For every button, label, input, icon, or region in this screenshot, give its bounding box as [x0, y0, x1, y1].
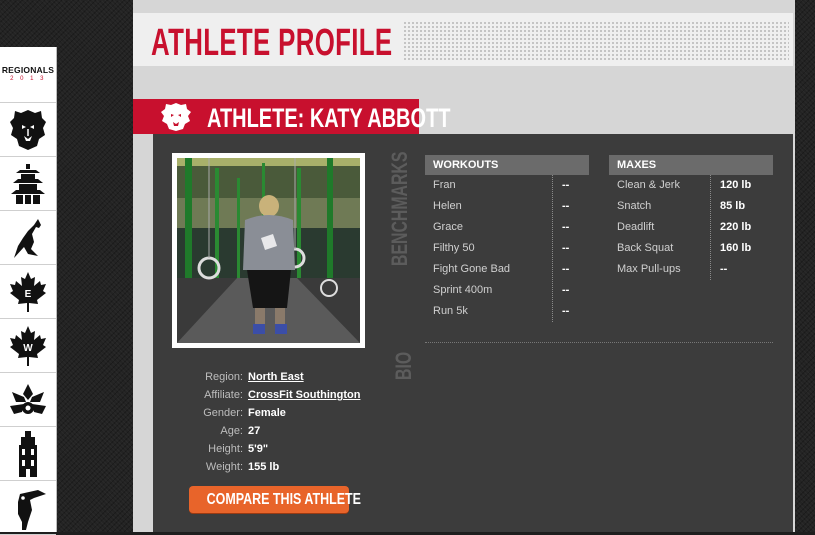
- table-row: Sprint 400m --: [425, 280, 625, 301]
- athlete-name: ATHLETE: KATY ABBOTT: [207, 103, 451, 133]
- table-row: Grace --: [425, 217, 625, 238]
- dotted-pattern: [403, 21, 789, 61]
- lion-badge-icon: [161, 103, 191, 131]
- row-value: 220 lb: [720, 221, 752, 233]
- workouts-header: WORKOUTS: [425, 155, 589, 175]
- flower-icon: [10, 383, 46, 414]
- sidebar-item-flower[interactable]: [0, 373, 56, 427]
- region-link[interactable]: North East: [248, 370, 304, 388]
- row-label: Snatch: [617, 200, 652, 212]
- regions-sidebar: REGIONALS 2 0 1 3 E W: [0, 47, 57, 535]
- workouts-divider: [552, 175, 553, 322]
- sidebar-item-west[interactable]: W: [0, 319, 56, 373]
- row-label: Helen: [433, 200, 462, 212]
- row-value: --: [562, 200, 570, 212]
- sidebar-item-lion[interactable]: [0, 103, 56, 157]
- detail-row-height: Height: 5'9": [153, 442, 393, 460]
- row-value: 120 lb: [720, 179, 752, 191]
- row-label: Deadlift: [617, 221, 655, 233]
- table-row: Helen --: [425, 196, 625, 217]
- row-label: Filthy 50: [433, 242, 475, 254]
- sidebar-item-east[interactable]: E: [0, 265, 56, 319]
- detail-value: 5'9": [248, 443, 269, 455]
- row-label: Fight Gone Bad: [433, 263, 511, 275]
- detail-label: Gender:: [203, 407, 243, 419]
- detail-row-age: Age: 27: [153, 424, 393, 442]
- row-label: Max Pull-ups: [617, 263, 681, 275]
- detail-label: Region:: [205, 371, 243, 383]
- detail-label: Height:: [208, 443, 243, 455]
- logo-year: 2 0 1 3: [10, 76, 46, 82]
- page-title: ATHLETE PROFILE: [151, 22, 393, 64]
- table-row: Max Pull-ups --: [609, 259, 809, 280]
- row-value: --: [720, 263, 728, 275]
- lion-icon: [10, 109, 46, 150]
- table-row: Fran --: [425, 175, 625, 196]
- bio-label-text: BIO: [391, 351, 416, 380]
- row-value: --: [562, 305, 570, 317]
- title-bar: ATHLETE PROFILE: [133, 13, 793, 66]
- benchmarks-section-label: BENCHMARKS: [387, 107, 413, 266]
- table-row: Clean & Jerk 120 lb: [609, 175, 809, 196]
- row-label: Sprint 400m: [433, 284, 493, 296]
- detail-value: 155 lb: [248, 461, 280, 473]
- athlete-banner: ATHLETE: KATY ABBOTT: [133, 99, 450, 134]
- detail-label: Age:: [220, 425, 243, 437]
- athlete-photo: [177, 158, 360, 343]
- east-letter: E: [25, 289, 32, 300]
- detail-row-region: Region: North East: [153, 370, 393, 388]
- kangaroo-icon: [14, 218, 41, 258]
- table-row: Deadlift 220 lb: [609, 217, 809, 238]
- logo-title: REGIONALS: [1, 65, 55, 75]
- sidebar-item-pagoda[interactable]: [0, 157, 56, 211]
- row-label: Grace: [433, 221, 463, 233]
- row-value: --: [562, 221, 570, 233]
- row-value: --: [562, 242, 570, 254]
- athlete-photo-frame: [172, 153, 365, 348]
- detail-value: 27: [248, 425, 261, 437]
- row-value: 85 lb: [720, 200, 746, 212]
- row-label: Back Squat: [617, 242, 674, 254]
- row-value: --: [562, 263, 570, 275]
- main-page: ATHLETE PROFILE ATHLETE: KATY ABBOTT Reg…: [133, 0, 795, 532]
- row-label: Run 5k: [433, 305, 468, 317]
- row-value: 160 lb: [720, 242, 752, 254]
- table-row: Fight Gone Bad --: [425, 259, 625, 280]
- pagoda-icon: [11, 163, 45, 204]
- maple-leaf-icon: W: [10, 325, 46, 366]
- row-value: --: [562, 179, 570, 191]
- table-row: Back Squat 160 lb: [609, 238, 809, 259]
- sidebar-item-toucan[interactable]: [0, 481, 56, 535]
- athlete-details: Region: North East Affiliate: CrossFit S…: [153, 370, 393, 478]
- sidebar-item-kangaroo[interactable]: [0, 211, 56, 265]
- west-letter: W: [23, 343, 33, 354]
- compare-button-label: COMPARE THIS ATHLETE: [206, 491, 361, 508]
- maple-leaf-icon: E: [10, 271, 46, 312]
- table-row: Snatch 85 lb: [609, 196, 809, 217]
- maxes-header: MAXES: [609, 155, 773, 175]
- detail-row-weight: Weight: 155 lb: [153, 460, 393, 478]
- detail-row-gender: Gender: Female: [153, 406, 393, 424]
- bio-section-label: BIO: [391, 341, 417, 380]
- compare-athlete-button[interactable]: COMPARE THIS ATHLETE: [189, 486, 361, 513]
- detail-value: Female: [248, 407, 286, 419]
- affiliate-link[interactable]: CrossFit Southington: [248, 388, 360, 406]
- regionals-logo[interactable]: REGIONALS 2 0 1 3: [0, 47, 56, 103]
- table-row: Filthy 50 --: [425, 238, 625, 259]
- row-value: --: [562, 284, 570, 296]
- detail-label: Weight:: [205, 461, 243, 473]
- sidebar-item-tower[interactable]: [0, 427, 56, 481]
- section-separator: [425, 342, 773, 343]
- profile-content: Region: North East Affiliate: CrossFit S…: [153, 134, 793, 532]
- toucan-icon: [18, 489, 46, 530]
- benchmarks-label-text: BENCHMARKS: [387, 151, 412, 266]
- row-label: Clean & Jerk: [617, 179, 680, 191]
- detail-row-affiliate: Affiliate: CrossFit Southington: [153, 388, 393, 406]
- table-row: Run 5k --: [425, 301, 625, 322]
- row-label: Fran: [433, 179, 456, 191]
- tower-icon: [19, 430, 37, 477]
- maxes-divider: [710, 175, 711, 280]
- detail-label: Affiliate:: [204, 389, 243, 401]
